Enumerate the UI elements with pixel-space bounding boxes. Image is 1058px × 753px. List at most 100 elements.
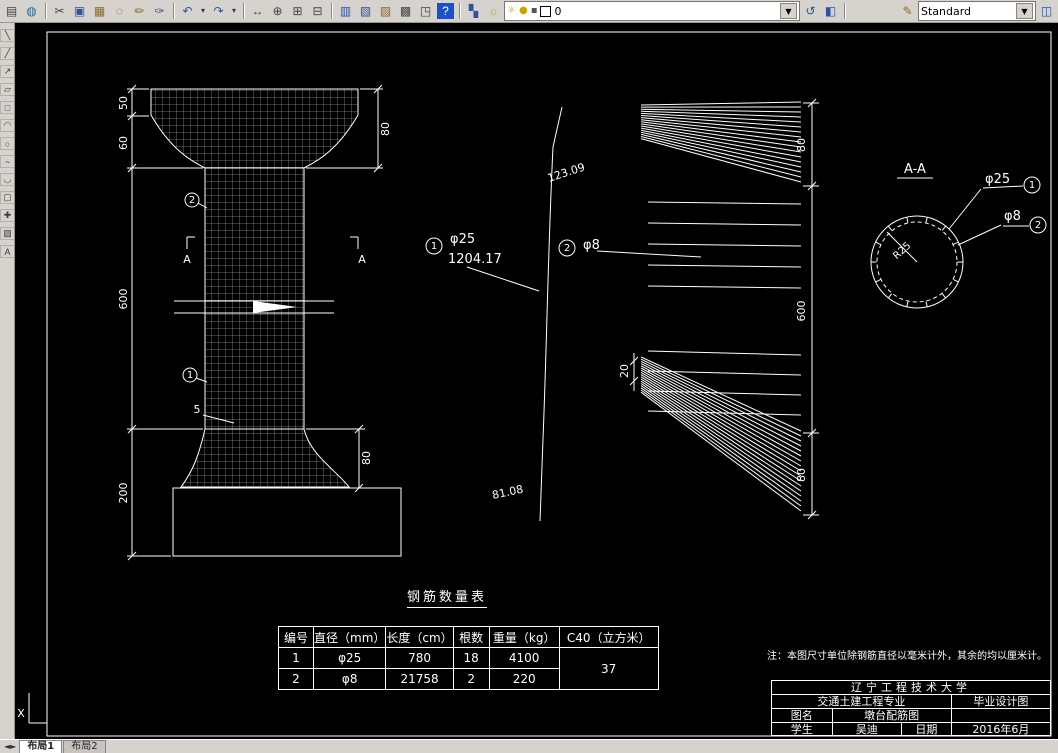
hatch-tool-icon[interactable]: ▨ xyxy=(0,227,14,240)
zoom-previous-icon[interactable]: ⊟ xyxy=(308,2,327,20)
empty-cell xyxy=(950,709,1050,722)
layout-tabs-nav-icon[interactable]: ◄► xyxy=(2,742,18,751)
stirrup-diameter: φ8 xyxy=(583,238,600,253)
undo-dropdown-arrow-icon[interactable]: ▾ xyxy=(198,2,208,20)
stirrup-dim-80-bottom: 80 xyxy=(795,468,808,482)
autocad-window: ▤ ◍ ✂ ▣ ▦ ◌ ✏ ✑ ↶ ▾ ↷ ▾ ↔ ⊕ ⊞ ⊟ ▥ ▧ ▨ ▩ ◳? ▚ ☼ ☼ ● ▪ 0 ▼ ↺ ◧ ✎ Standard… xyxy=(0,0,1058,753)
pier-elevation xyxy=(127,89,401,556)
top-toolbar: ▤ ◍ ✂ ▣ ▦ ◌ ✏ ✑ ↶ ▾ ↷ ▾ ↔ ⊕ ⊞ ⊟ ▥ ▧ ▨ ▩ ◳? ▚ ☼ ☼ ● ▪ 0 ▼ ↺ ◧ ✎ Standard… xyxy=(0,0,1058,23)
design-center-icon[interactable]: ▧ xyxy=(356,2,375,20)
arc-tool-icon[interactable]: ◠ xyxy=(0,119,14,132)
draw-toolbar: ╲ ╱ ↗ ▱ □ ◠ ○ ~ ◡ ▢ ✚ ▨ A xyxy=(0,23,15,739)
layer-properties-manager-icon[interactable]: ▚ xyxy=(464,2,483,20)
main-bar-detail xyxy=(426,107,562,521)
c40-volume-cell: 37 xyxy=(558,647,659,690)
construction-line-tool-icon[interactable]: ╱ xyxy=(0,47,14,60)
bubble-1-label: 1 xyxy=(187,370,193,381)
publish-web-icon[interactable]: ◍ xyxy=(22,2,41,20)
stirrup-dim-600: 600 xyxy=(795,301,808,322)
drawing-note: 注：本图尺寸单位除钢筋直径以毫米计外，其余的均以厘米计。 xyxy=(767,651,1047,662)
circle-tool-icon[interactable]: ○ xyxy=(0,137,14,150)
match-properties-icon[interactable]: ✑ xyxy=(150,2,169,20)
dim-label-600: 600 xyxy=(117,289,130,310)
pencil-edit-icon[interactable]: ✏ xyxy=(130,2,149,20)
col-header: 长度（cm） xyxy=(385,626,454,648)
layer-color-swatch xyxy=(540,5,552,17)
section-bar1-diameter: φ25 xyxy=(985,172,1010,187)
revision-cloud-tool-icon[interactable]: ~ xyxy=(0,155,14,168)
stirrup-dim-20: 20 xyxy=(618,364,631,378)
erase-icon[interactable]: ◌ xyxy=(110,2,129,20)
layout-tab-2[interactable]: 布局2 xyxy=(63,740,106,753)
toolbar-separator xyxy=(331,3,332,19)
toolbar-separator xyxy=(173,3,174,19)
drawing-canvas[interactable]: 50 60 600 200 80 80 A A 2 1 5 1 φ25 1204… xyxy=(15,23,1058,739)
cell: 21758 xyxy=(385,668,454,690)
workspace: ╲ ╱ ↗ ▱ □ ◠ ○ ~ ◡ ▢ ✚ ▨ A 50 60 600 200 … xyxy=(0,23,1058,739)
cell: 18 xyxy=(452,647,490,669)
toolbar-separator xyxy=(459,3,460,19)
text-style-icon[interactable]: ✎ xyxy=(898,2,917,20)
main-bar-bubble: 1 xyxy=(431,241,437,252)
layer-freeze-icon[interactable]: ● xyxy=(519,6,528,16)
col-header: 直径（mm） xyxy=(312,626,387,648)
cut-icon[interactable]: ✂ xyxy=(50,2,69,20)
redo-icon[interactable]: ↷ xyxy=(209,2,228,20)
student-label: 学生 xyxy=(790,723,813,736)
dropdown-arrow-icon[interactable]: ▼ xyxy=(1016,3,1033,19)
stirrup-dim-80-top: 80 xyxy=(795,138,808,152)
layout-tab-bar: ◄► 布局1 布局2 xyxy=(0,739,1058,753)
print-icon[interactable]: ▤ xyxy=(2,2,21,20)
section-labels: A-A R25 φ25 1 φ8 2 xyxy=(891,162,1041,262)
markup-set-manager-icon[interactable]: ◳ xyxy=(416,2,435,20)
make-object-layer-current-icon[interactable]: ◧ xyxy=(821,2,840,20)
cell: 220 xyxy=(488,668,560,690)
text-style-dropdown[interactable]: Standard ▼ xyxy=(918,1,1036,21)
layer-dropdown[interactable]: ☼ ● ▪ 0 ▼ xyxy=(504,1,800,21)
rectangle-tool-icon[interactable]: □ xyxy=(0,101,14,114)
undo-icon[interactable]: ↶ xyxy=(178,2,197,20)
layer-states-icon[interactable]: ☼ xyxy=(484,2,503,20)
dropdown-arrow-icon[interactable]: ▼ xyxy=(780,3,797,19)
dim-label-80-bottom: 80 xyxy=(360,451,373,465)
insert-block-tool-icon[interactable]: ✚ xyxy=(0,209,14,222)
spline-tool-icon[interactable]: ◡ xyxy=(0,173,14,186)
paste-icon[interactable]: ▦ xyxy=(90,2,109,20)
university-name: 辽宁工程技术大学 xyxy=(851,681,971,694)
col-header: 根数 xyxy=(452,626,490,648)
section-bar2-bubble: 2 xyxy=(1035,220,1041,231)
tool-palettes-icon[interactable]: ▨ xyxy=(376,2,395,20)
polygon-tool-icon[interactable]: ▱ xyxy=(0,83,14,96)
ellipse-tool-icon[interactable]: ▢ xyxy=(0,191,14,204)
zoom-window-icon[interactable]: ⊞ xyxy=(288,2,307,20)
dim-label-200: 200 xyxy=(117,483,130,504)
pan-icon[interactable]: ↔ xyxy=(248,2,267,20)
col-header: C40（立方米） xyxy=(558,626,659,648)
polyline-tool-icon[interactable]: ↗ xyxy=(0,65,14,78)
bubble-2-label: 2 xyxy=(189,195,195,206)
ucs-icon xyxy=(29,693,47,723)
dim-style-icon[interactable]: ◫ xyxy=(1037,2,1056,20)
table-header-row: 编号 直径（mm） 长度（cm） 根数 重量（kg） C40（立方米） xyxy=(278,626,659,648)
zoom-realtime-icon[interactable]: ⊕ xyxy=(268,2,287,20)
layout-tab-1[interactable]: 布局1 xyxy=(19,740,63,753)
cell: 2 xyxy=(452,668,490,690)
stirrup-detail xyxy=(641,102,801,511)
section-bar2-diameter: φ8 xyxy=(1004,209,1021,224)
help-icon[interactable]: ? xyxy=(436,2,455,20)
layer-on-icon[interactable]: ☼ xyxy=(507,6,516,16)
layer-lock-icon[interactable]: ▪ xyxy=(531,6,538,16)
line-tool-icon[interactable]: ╲ xyxy=(0,29,14,42)
cell: φ25 xyxy=(312,647,387,669)
properties-icon[interactable]: ▥ xyxy=(336,2,355,20)
redo-dropdown-arrow-icon[interactable]: ▾ xyxy=(229,2,239,20)
text-tool-icon[interactable]: A xyxy=(0,245,14,258)
layer-previous-icon[interactable]: ↺ xyxy=(801,2,820,20)
copy-icon[interactable]: ▣ xyxy=(70,2,89,20)
section-radius-label: R25 xyxy=(891,240,913,261)
cell: 780 xyxy=(385,647,454,669)
section-view xyxy=(871,177,1046,308)
sheet-set-manager-icon[interactable]: ▩ xyxy=(396,2,415,20)
drawing-name: 墩台配筋图 xyxy=(831,709,951,722)
cell: 2 xyxy=(278,668,314,690)
